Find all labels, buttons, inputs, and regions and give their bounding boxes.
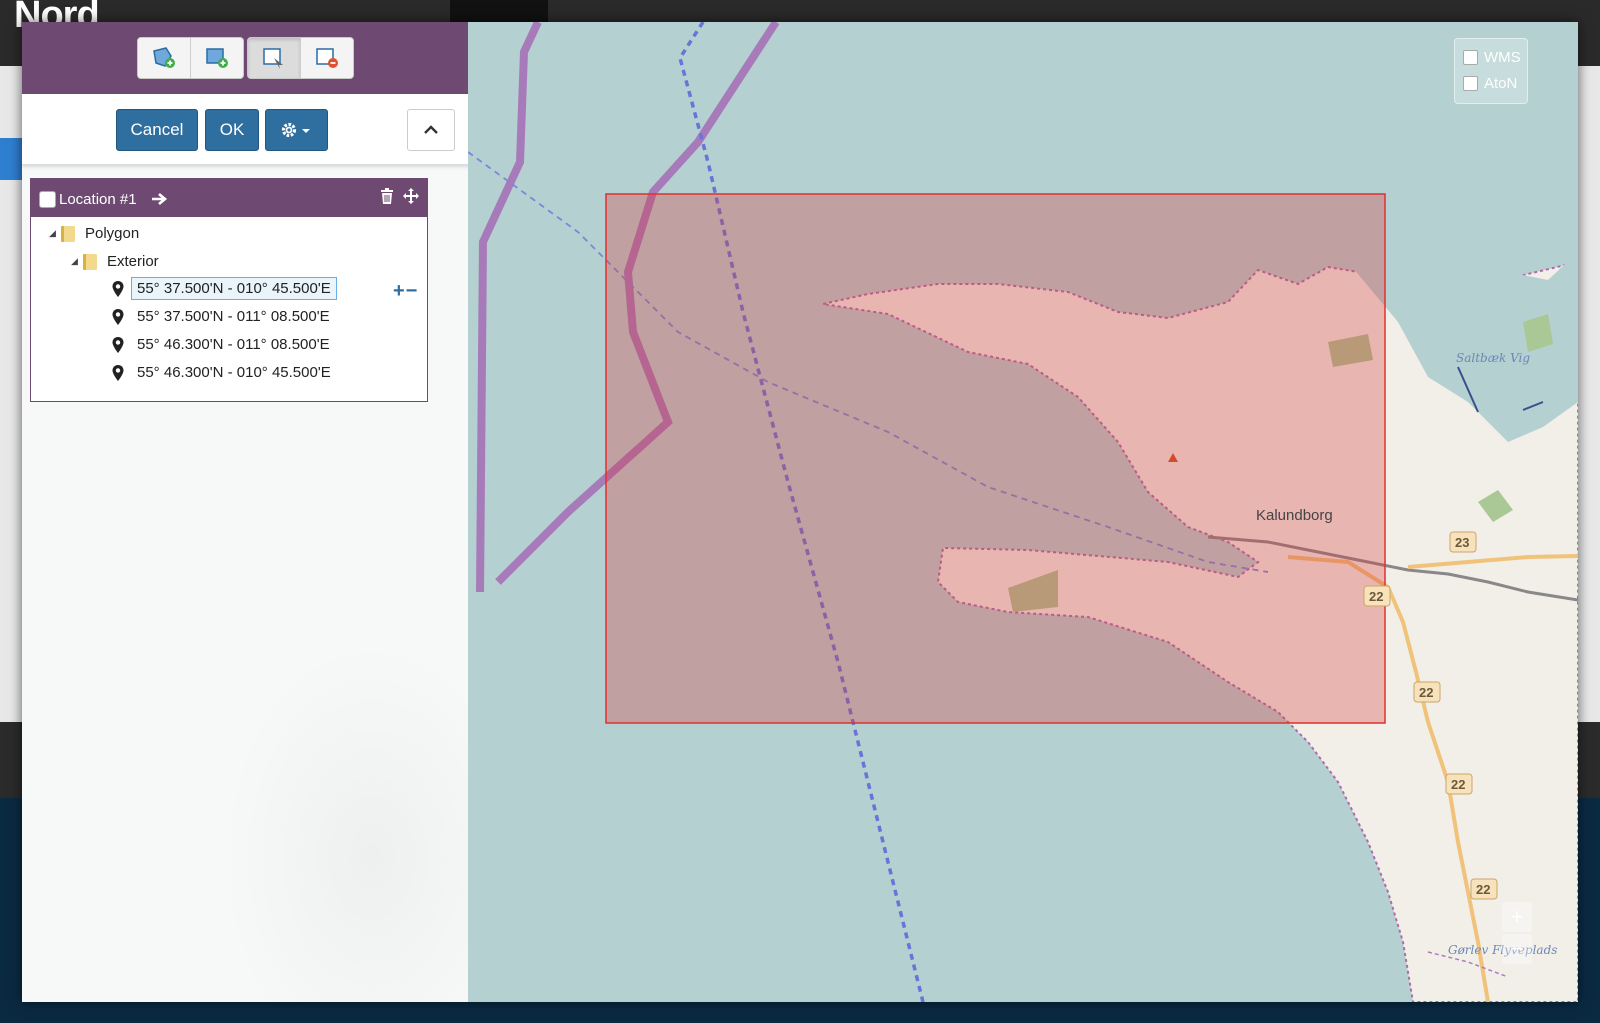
chevron-up-icon xyxy=(424,125,438,134)
coordinate-value[interactable]: 55° 46.300'N - 010° 45.500'E xyxy=(131,361,337,384)
layer-switcher: WMS AtoN xyxy=(1454,38,1528,104)
add-polygon-button[interactable] xyxy=(138,38,191,78)
coordinate-value[interactable]: 55° 46.300'N - 011° 08.500'E xyxy=(131,333,336,356)
coordinate-value[interactable]: 55° 37.500'N - 011° 08.500'E xyxy=(131,305,336,328)
location-header: Location #1 xyxy=(31,179,427,217)
bay-label: Saltbæk Vig xyxy=(1456,351,1530,365)
territorial-boundary-line xyxy=(476,22,542,593)
remove-area-icon xyxy=(316,48,338,68)
select-area-icon xyxy=(263,48,283,69)
coordinate-row[interactable]: 55° 37.500'N - 010° 45.500'E xyxy=(111,277,337,300)
road-number-badge: 22 xyxy=(1369,589,1383,604)
caret-expanded-icon[interactable]: ◢ xyxy=(71,256,83,267)
panel-background-shade xyxy=(222,642,472,1002)
arrow-right-icon[interactable] xyxy=(151,192,169,206)
town-label-kalundborg: Kalundborg xyxy=(1256,507,1333,524)
layer-checkbox[interactable] xyxy=(1463,76,1478,91)
layer-label: AtoN xyxy=(1484,75,1518,92)
coordinate-row[interactable]: 55° 37.500'N - 011° 08.500'E xyxy=(111,305,336,328)
map-canvas[interactable]: Kalundborg Saltbæk Vig Gørlev Flyveplads… xyxy=(468,22,1578,1002)
background-side-tab xyxy=(0,138,24,180)
add-rectangle-icon xyxy=(206,48,228,68)
layer-label: WMS xyxy=(1484,49,1521,66)
location-editor-panel: Cancel OK Location #1 ◢ Polygon ◢ Exteri… xyxy=(22,22,480,1002)
layer-checkbox[interactable] xyxy=(1463,50,1478,65)
polygon-label: Polygon xyxy=(85,225,140,242)
gear-icon xyxy=(281,122,310,138)
coordinate-row[interactable]: 55° 46.300'N - 011° 08.500'E xyxy=(111,333,336,356)
action-bar: Cancel OK xyxy=(22,94,478,165)
map-pin-icon xyxy=(112,336,124,353)
road-number-badge: 22 xyxy=(1419,685,1433,700)
add-polygon-icon xyxy=(153,47,175,68)
area-editor-modal: Cancel OK Location #1 ◢ Polygon ◢ Exteri… xyxy=(22,22,1578,1002)
select-area-button[interactable] xyxy=(248,38,301,78)
coordinate-input[interactable]: 55° 37.500'N - 010° 45.500'E xyxy=(131,277,337,300)
layer-toggle-aton[interactable]: AtoN xyxy=(1463,75,1517,92)
road-number-badge: 22 xyxy=(1451,777,1465,792)
caret-expanded-icon[interactable]: ◢ xyxy=(49,228,61,239)
caret-down-icon xyxy=(301,129,310,133)
map-pin-icon xyxy=(112,280,124,297)
map-view[interactable]: Kalundborg Saltbæk Vig Gørlev Flyveplads… xyxy=(468,22,1578,1002)
location-checkbox[interactable] xyxy=(39,191,56,208)
add-rectangle-button[interactable] xyxy=(191,38,243,78)
settings-dropdown-button[interactable] xyxy=(265,109,328,151)
ok-button[interactable]: OK xyxy=(205,109,259,151)
move-icon[interactable] xyxy=(403,187,419,205)
map-pin-icon xyxy=(112,364,124,381)
road-number-badge: 22 xyxy=(1476,882,1490,897)
zoom-out-button[interactable]: − xyxy=(1502,934,1532,964)
tree-node-exterior[interactable]: ◢ Exterior xyxy=(71,253,159,270)
layer-toggle-wms[interactable]: WMS xyxy=(1463,49,1521,66)
exterior-label: Exterior xyxy=(107,253,159,270)
coordinate-row[interactable]: 55° 46.300'N - 010° 45.500'E xyxy=(111,361,337,384)
drawing-toolbar xyxy=(22,22,478,94)
location-title: Location #1 xyxy=(59,191,137,208)
selected-area-rectangle[interactable] xyxy=(605,193,1386,724)
collapse-panel-button[interactable] xyxy=(407,109,455,151)
zoom-in-button[interactable]: + xyxy=(1502,902,1532,932)
remove-area-button[interactable] xyxy=(301,38,353,78)
add-remove-point-controls[interactable]: +− xyxy=(393,280,418,303)
folder-icon xyxy=(83,253,97,270)
cancel-button[interactable]: Cancel xyxy=(116,109,198,151)
tree-node-polygon[interactable]: ◢ Polygon xyxy=(49,225,139,242)
folder-icon xyxy=(61,225,75,242)
draw-tools-group xyxy=(137,37,244,79)
map-pin-icon xyxy=(112,308,124,325)
road-number-badge: 23 xyxy=(1455,535,1469,550)
selection-tools-group xyxy=(247,37,354,79)
trash-icon[interactable] xyxy=(379,187,395,205)
location-panel: Location #1 ◢ Polygon ◢ Exterior 55° 37.… xyxy=(30,178,428,402)
